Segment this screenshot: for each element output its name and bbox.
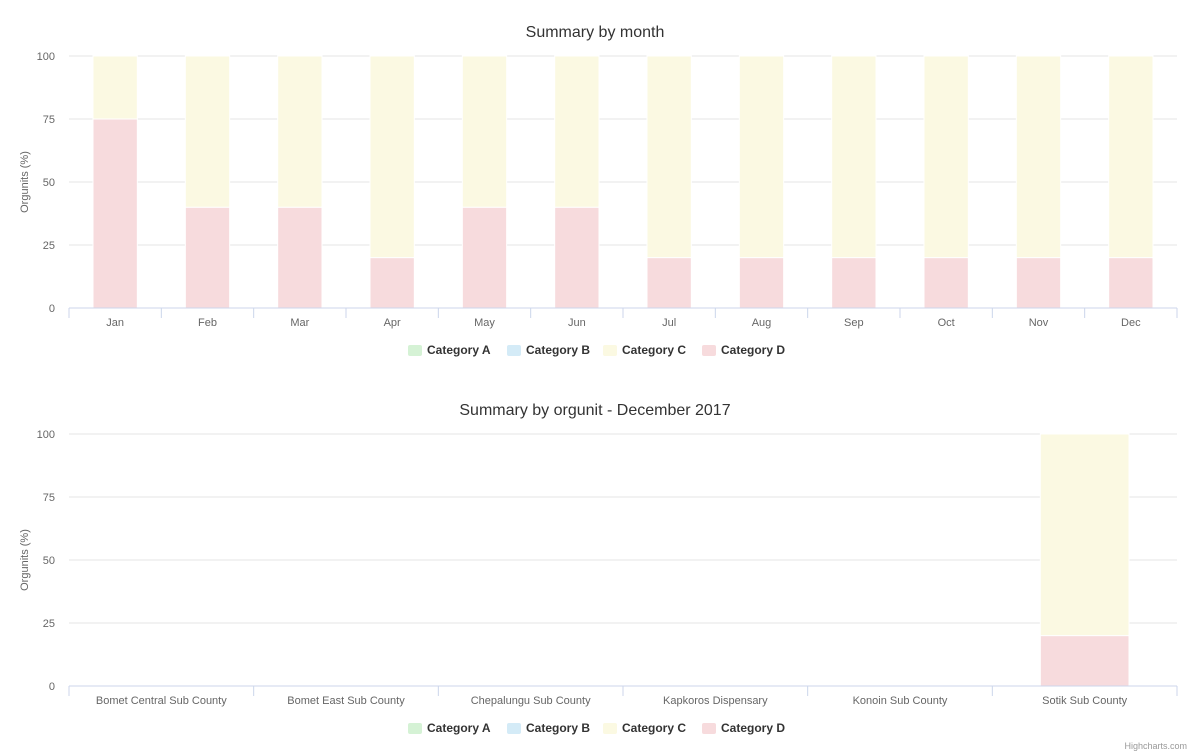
y-tick-label: 75 xyxy=(43,114,55,126)
legend-item[interactable]: Category D xyxy=(702,721,785,735)
chart-summary-by-orgunit: Summary by orgunit - December 2017 0 25 50 7… xyxy=(0,378,1191,751)
legend-label: Category C xyxy=(622,343,686,357)
bar-segment[interactable] xyxy=(92,118,138,309)
bar-segment[interactable] xyxy=(1039,635,1130,687)
credits-link[interactable]: Highcharts.com xyxy=(1124,741,1187,751)
legend-swatch xyxy=(702,345,716,356)
legend-swatch xyxy=(408,345,422,356)
bar-segment[interactable] xyxy=(923,55,969,259)
legend-item[interactable]: Category D xyxy=(702,343,785,357)
y-axis-title: Orgunits (%) xyxy=(19,151,31,213)
bar-segment[interactable] xyxy=(277,206,323,309)
chart-svg: Summary by month 0 25 50 75 100 Orgunits (%) Ja… xyxy=(19,24,1178,357)
bar-segment[interactable] xyxy=(646,257,692,309)
legend-label: Category A xyxy=(427,343,491,357)
legend-item[interactable]: Category C xyxy=(603,343,686,357)
x-tick-label: Konoin Sub County xyxy=(853,695,948,707)
bar-segment[interactable] xyxy=(1108,55,1154,259)
bar-segment[interactable] xyxy=(1015,257,1062,309)
x-tick-label: Dec xyxy=(1121,317,1141,329)
bar-segment[interactable] xyxy=(461,55,508,208)
x-tick-label: Kapkoros Dispensary xyxy=(663,695,768,707)
y-tick-label: 0 xyxy=(49,303,55,315)
legend-swatch xyxy=(408,723,422,734)
chart-summary-by-month: Summary by month 0 25 50 75 100 Orgunits (%) Ja… xyxy=(0,0,1191,372)
bar-segment[interactable] xyxy=(1039,433,1130,637)
legend-swatch xyxy=(603,723,617,734)
x-tick-label: Bomet Central Sub County xyxy=(96,695,227,707)
bar-segment[interactable] xyxy=(554,206,600,309)
legend-label: Category B xyxy=(526,343,590,357)
legend-label: Category A xyxy=(427,721,491,735)
bar-segment[interactable] xyxy=(184,206,231,309)
x-tick-label: Nov xyxy=(1029,317,1049,329)
x-tick-label: May xyxy=(474,317,495,329)
legend-item[interactable]: Category A xyxy=(408,721,491,735)
chart-svg: Summary by orgunit - December 2017 0 25 50 7… xyxy=(19,402,1178,735)
bar-segment[interactable] xyxy=(831,257,877,309)
y-tick-label: 50 xyxy=(43,177,55,189)
legend-label: Category D xyxy=(721,343,785,357)
x-tick-label: Oct xyxy=(938,317,955,329)
x-tick-label: Jan xyxy=(106,317,124,329)
x-tick-label: Jun xyxy=(568,317,586,329)
bar-segment[interactable] xyxy=(554,55,600,208)
bar-segment[interactable] xyxy=(831,55,877,259)
bar-segment[interactable] xyxy=(184,55,231,208)
legend-label: Category D xyxy=(721,721,785,735)
x-tick-label: Bomet East Sub County xyxy=(287,695,405,707)
bar-segment[interactable] xyxy=(92,55,138,120)
bar-segment[interactable] xyxy=(738,257,785,309)
legend-item[interactable]: Category B xyxy=(507,343,590,357)
y-axis-title: Orgunits (%) xyxy=(19,529,31,591)
legend-swatch xyxy=(702,723,716,734)
chart-title: Summary by month xyxy=(526,24,665,41)
legend-swatch xyxy=(507,723,521,734)
bar-segment[interactable] xyxy=(738,55,785,259)
legend-item[interactable]: Category A xyxy=(408,343,491,357)
bar-segment[interactable] xyxy=(923,257,969,309)
y-tick-label: 50 xyxy=(43,555,55,567)
legend-swatch xyxy=(603,345,617,356)
y-tick-label: 75 xyxy=(43,492,55,504)
x-tick-label: Aug xyxy=(752,317,772,329)
y-tick-label: 25 xyxy=(43,240,55,252)
bar-segment[interactable] xyxy=(369,55,415,259)
legend-item[interactable]: Category C xyxy=(603,721,686,735)
x-tick-label: Mar xyxy=(290,317,309,329)
y-tick-label: 25 xyxy=(43,618,55,630)
legend-label: Category C xyxy=(622,721,686,735)
bar-segment[interactable] xyxy=(1015,55,1062,259)
bar-segment[interactable] xyxy=(1108,257,1154,309)
x-tick-label: Jul xyxy=(662,317,676,329)
bar-segment[interactable] xyxy=(277,55,323,208)
legend-label: Category B xyxy=(526,721,590,735)
y-tick-label: 100 xyxy=(37,429,55,441)
x-tick-label: Feb xyxy=(198,317,217,329)
bar-segment[interactable] xyxy=(646,55,692,259)
chart-title: Summary by orgunit - December 2017 xyxy=(459,402,730,419)
bar-segment[interactable] xyxy=(369,257,415,309)
legend-item[interactable]: Category B xyxy=(507,721,590,735)
y-tick-label: 100 xyxy=(37,51,55,63)
x-tick-label: Chepalungu Sub County xyxy=(471,695,591,707)
x-tick-label: Apr xyxy=(384,317,401,329)
y-tick-label: 0 xyxy=(49,681,55,693)
bar-segment[interactable] xyxy=(461,206,508,309)
x-tick-label: Sotik Sub County xyxy=(1042,695,1127,707)
legend-swatch xyxy=(507,345,521,356)
x-tick-label: Sep xyxy=(844,317,864,329)
